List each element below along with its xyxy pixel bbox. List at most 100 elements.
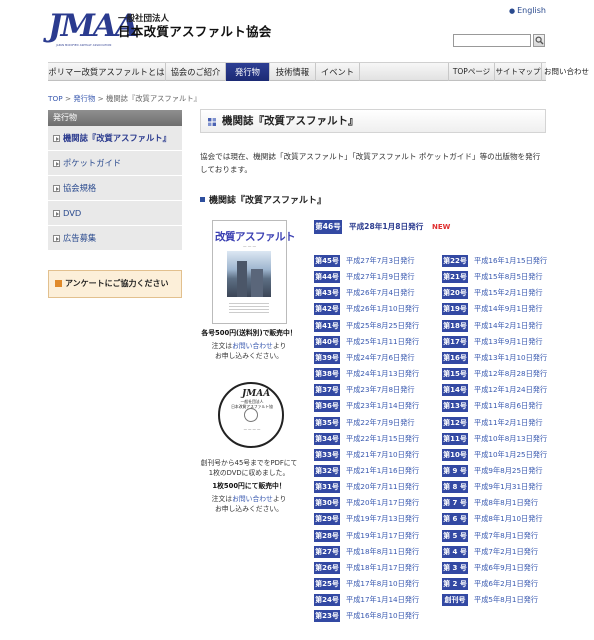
issue-row[interactable]: 第28号 平成19年1月17日発行 [314, 530, 432, 542]
search-input[interactable] [453, 34, 531, 47]
issue-row[interactable]: 第 9 号平成9年8月25日発行 [442, 465, 560, 477]
issue-row[interactable]: 第17号 平成13年9月1日発行 [442, 336, 560, 348]
issue-row[interactable]: 第21号 平成15年8月5日発行 [442, 271, 560, 283]
search-button[interactable] [533, 34, 545, 47]
issue-row[interactable]: 創刊号 平成5年8月1日発行 [442, 594, 560, 606]
issue-row[interactable]: 第39号 平成24年7月6日発行 [314, 352, 432, 364]
nav-item-publications[interactable]: 発行物 [226, 63, 270, 81]
sidebar-item-standards[interactable]: 協会規格 [48, 176, 182, 201]
issue-row[interactable]: 第33号 平成21年7月10日発行 [314, 449, 432, 461]
issue-row[interactable]: 第44号 平成27年1月9日発行 [314, 271, 432, 283]
issue-date: 平成20年7月11日発行 [346, 482, 420, 491]
sidebar-item-label: 機関誌『改質アスファルト』 [63, 133, 171, 143]
sidebar-item-journal[interactable]: 機関誌『改質アスファルト』 [48, 126, 182, 151]
site-logo[interactable]: JMAA JAPAN MODIFIED ASPHALT ASSOCIATION [48, 8, 139, 47]
issue-row[interactable]: 第43号 平成26年7月4日発行 [314, 287, 432, 299]
contact-link[interactable]: お問い合わせ [232, 495, 273, 503]
issue-number: 第37号 [314, 384, 340, 396]
issue-row[interactable]: 第 4 号平成7年2月1日発行 [442, 546, 560, 558]
issue-row[interactable]: 第31号 平成20年7月11日発行 [314, 481, 432, 493]
issue-row[interactable]: 第 2 号平成6年2月1日発行 [442, 578, 560, 590]
issue-number: 第23号 [314, 610, 340, 622]
breadcrumb-top[interactable]: TOP [48, 94, 63, 103]
sidebar-item-dvd[interactable]: DVD [48, 201, 182, 226]
order-note-text: より [272, 495, 287, 503]
issue-row[interactable]: 第20号 平成15年2月1日発行 [442, 287, 560, 299]
dvd-image[interactable]: JMAA 一般社団法人日本改質アスファルト協会 — — — — [218, 382, 284, 448]
issue-row[interactable]: 第25号 平成17年8月10日発行 [314, 578, 432, 590]
issue-row[interactable]: 第45号 平成27年7月3日発行 [314, 255, 432, 267]
issue-number: 第44号 [314, 271, 340, 283]
issue-date: 平成12年8月28日発行 [474, 369, 548, 378]
issue-row[interactable]: 第18号 平成14年2月1日発行 [442, 320, 560, 332]
issue-latest[interactable]: 第46号 平成28年1月8日発行 NEW [314, 220, 474, 234]
issue-row[interactable]: 第30号 平成20年1月17日発行 [314, 497, 432, 509]
issue-date: 平成12年1月24日発行 [474, 385, 548, 394]
issue-number: 第17号 [442, 336, 468, 348]
issue-row[interactable]: 第 8 号平成9年1月31日発行 [442, 481, 560, 493]
issue-number: 第24号 [314, 594, 340, 606]
issue-row[interactable]: 第 5 号平成7年8月1日発行 [442, 530, 560, 542]
cover-price-caption: 各号500円(送料別)で販売中！ [201, 329, 297, 337]
sidebar-item-advertising[interactable]: 広告募集 [48, 226, 182, 251]
issue-row[interactable]: 第34号 平成22年1月15日発行 [314, 433, 432, 445]
dvd-hole [244, 408, 258, 422]
issue-row[interactable]: 第12号 平成11年2月1日発行 [442, 417, 560, 429]
issue-number: 第 5 号 [442, 530, 468, 542]
issue-date: 平成19年1月17日発行 [346, 531, 420, 540]
issue-number: 第22号 [442, 255, 468, 267]
nav-top-page[interactable]: TOPページ [448, 63, 494, 81]
issue-row[interactable]: 第19号 平成14年9月1日発行 [442, 303, 560, 315]
sidebar-item-pocket-guide[interactable]: ポケットガイド [48, 151, 182, 176]
issue-date: 平成27年7月3日発行 [346, 256, 415, 265]
issue-row[interactable]: 第36号 平成23年1月14日発行 [314, 400, 432, 412]
issue-row[interactable]: 第37号 平成23年7月8日発行 [314, 384, 432, 396]
issue-row[interactable]: 第10号 平成10年1月25日発行 [442, 449, 560, 461]
arrow-box-icon [53, 235, 60, 242]
issue-date: 平成13年1月10日発行 [474, 353, 548, 362]
issue-row[interactable]: 第23号 平成16年8月10日発行 [314, 610, 432, 622]
issue-row[interactable]: 第16号 平成13年1月10日発行 [442, 352, 560, 364]
issue-row[interactable]: 第35号 平成22年7月9日発行 [314, 417, 432, 429]
contact-link[interactable]: お問い合わせ [232, 342, 273, 350]
nav-item-about-modified-asphalt[interactable]: ポリマー改質アスファルトとは [48, 63, 166, 81]
breadcrumb-publications[interactable]: 発行物 [73, 94, 95, 103]
issue-row[interactable]: 第22号 平成16年1月15日発行 [442, 255, 560, 267]
nav-contact[interactable]: お問い合わせ [541, 63, 591, 81]
issue-row[interactable]: 第40号 平成25年1月11日発行 [314, 336, 432, 348]
issue-row[interactable]: 第26号 平成18年1月17日発行 [314, 562, 432, 574]
survey-button[interactable]: アンケートにご協力ください [48, 270, 182, 298]
journal-cover-image[interactable]: 改質アスファルト — — — [212, 220, 296, 324]
issue-row[interactable]: 第24号 平成17年1月14日発行 [314, 594, 432, 606]
issue-row[interactable]: 第 6 号平成8年1月10日発行 [442, 513, 560, 525]
issue-row[interactable]: 第41号 平成25年8月25日発行 [314, 320, 432, 332]
issue-row[interactable]: 第11号 平成10年8月13日発行 [442, 433, 560, 445]
issue-number: 第 7 号 [442, 497, 468, 509]
nav-sitemap[interactable]: サイトマップ [494, 63, 541, 81]
issue-number: 第 8 号 [442, 481, 468, 493]
issue-row[interactable]: 第38号 平成24年1月13日発行 [314, 368, 432, 380]
issue-row[interactable]: 第27号 平成18年8月11日発行 [314, 546, 432, 558]
issue-row[interactable]: 第13号 平成11年8月6日発行 [442, 400, 560, 412]
issue-date: 平成10年8月13日発行 [474, 434, 548, 443]
nav-item-technical-info[interactable]: 技術情報 [270, 63, 316, 81]
english-link[interactable]: ● English [509, 6, 546, 15]
issue-row[interactable]: 第32号 平成21年1月16日発行 [314, 465, 432, 477]
issue-number: 第40号 [314, 336, 340, 348]
issue-row[interactable]: 第42号 平成26年1月10日発行 [314, 303, 432, 315]
issue-date: 平成18年8月11日発行 [346, 547, 420, 556]
global-nav: ポリマー改質アスファルトとは 協会のご紹介 発行物 技術情報 イベント TOPペ… [48, 62, 589, 81]
issue-row[interactable]: 第 3 号平成6年9月1日発行 [442, 562, 560, 574]
search-icon [535, 36, 544, 45]
issue-date: 平成22年1月15日発行 [346, 434, 420, 443]
issue-number: 第 6 号 [442, 513, 468, 525]
issue-row[interactable]: 第 7 号平成8年8月1日発行 [442, 497, 560, 509]
issue-date: 平成17年1月14日発行 [346, 595, 420, 604]
nav-item-events[interactable]: イベント [316, 63, 360, 81]
issue-row[interactable]: 第14号 平成12年1月24日発行 [442, 384, 560, 396]
issue-row[interactable]: 第15号 平成12年8月28日発行 [442, 368, 560, 380]
org-name-block[interactable]: 一般社団法人 日本改質アスファルト協会 [118, 14, 272, 39]
nav-item-association[interactable]: 協会のご紹介 [166, 63, 226, 81]
issue-row[interactable]: 第29号 平成19年7月13日発行 [314, 513, 432, 525]
arrow-box-icon [53, 160, 60, 167]
